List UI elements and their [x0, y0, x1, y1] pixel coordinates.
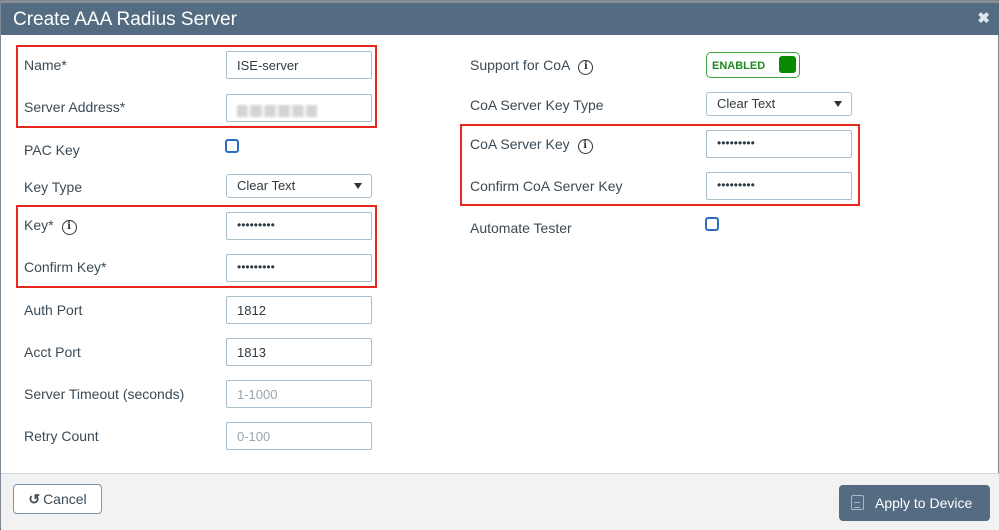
support-coa-label-text: Support for CoA [470, 57, 571, 73]
chevron-down-icon [834, 101, 842, 107]
coa-key-type-label: CoA Server Key Type [470, 97, 604, 113]
dialog-title: Create AAA Radius Server [13, 9, 237, 30]
auth-port-input[interactable]: 1812 [226, 296, 372, 324]
info-icon[interactable]: i [578, 60, 594, 75]
retry-count-label: Retry Count [24, 428, 99, 444]
toggle-state: ENABLED [712, 60, 766, 72]
coa-server-key-label: CoA Server Key i [470, 136, 593, 154]
confirm-key-label: Confirm Key* [24, 259, 107, 275]
name-input[interactable]: ISE-server [226, 51, 372, 79]
key-type-label: Key Type [24, 179, 83, 195]
name-label: Name* [24, 57, 67, 73]
apply-label: Apply to Device [875, 495, 973, 511]
key-label-text: Key* [24, 217, 54, 233]
info-icon[interactable]: i [577, 139, 593, 154]
server-timeout-input[interactable]: 1-1000 [226, 380, 372, 408]
server-timeout-label: Server Timeout (seconds) [24, 386, 185, 402]
info-icon[interactable]: i [61, 220, 77, 235]
blurred-address [237, 104, 317, 117]
cancel-label: Cancel [43, 491, 87, 507]
coa-key-type-value: Clear Text [717, 96, 776, 111]
key-type-value: Clear Text [237, 178, 296, 193]
automate-tester-label: Automate Tester [470, 220, 572, 236]
undo-icon: ↺ [28, 491, 41, 507]
coa-server-key-label-text: CoA Server Key [470, 136, 570, 152]
dialog-header: Create AAA Radius Server ✖ [1, 3, 999, 35]
support-coa-toggle[interactable]: ENABLED [706, 52, 800, 78]
acct-port-input[interactable]: 1813 [226, 338, 372, 366]
confirm-coa-server-key-input[interactable]: ••••••••• [706, 172, 852, 200]
save-icon [851, 495, 864, 510]
coa-key-type-select[interactable]: Clear Text [706, 92, 852, 116]
support-coa-label: Support for CoA i [470, 57, 594, 75]
apply-to-device-button[interactable]: Apply to Device [839, 485, 990, 521]
acct-port-label: Acct Port [24, 344, 81, 360]
server-address-input[interactable] [226, 94, 372, 122]
retry-count-input[interactable]: 0-100 [226, 422, 372, 450]
pac-key-checkbox[interactable] [225, 139, 239, 153]
key-label: Key* i [24, 217, 77, 235]
key-type-select[interactable]: Clear Text [226, 174, 372, 198]
create-aaa-radius-server-dialog: Create AAA Radius Server ✖ Name* ISE-ser… [0, 0, 999, 530]
server-address-label: Server Address* [24, 99, 126, 115]
confirm-key-input[interactable]: ••••••••• [226, 254, 372, 282]
close-icon[interactable]: ✖ [977, 9, 990, 27]
dialog-footer: ↺ Cancel Apply to Device [1, 473, 999, 530]
confirm-coa-server-key-label: Confirm CoA Server Key [470, 178, 623, 194]
cancel-button[interactable]: ↺ Cancel [13, 484, 102, 514]
key-input[interactable]: ••••••••• [226, 212, 372, 240]
toggle-knob [779, 56, 796, 73]
auth-port-label: Auth Port [24, 302, 83, 318]
automate-tester-checkbox[interactable] [705, 217, 719, 231]
chevron-down-icon [354, 183, 362, 189]
coa-server-key-input[interactable]: ••••••••• [706, 130, 852, 158]
pac-key-label: PAC Key [24, 142, 80, 158]
